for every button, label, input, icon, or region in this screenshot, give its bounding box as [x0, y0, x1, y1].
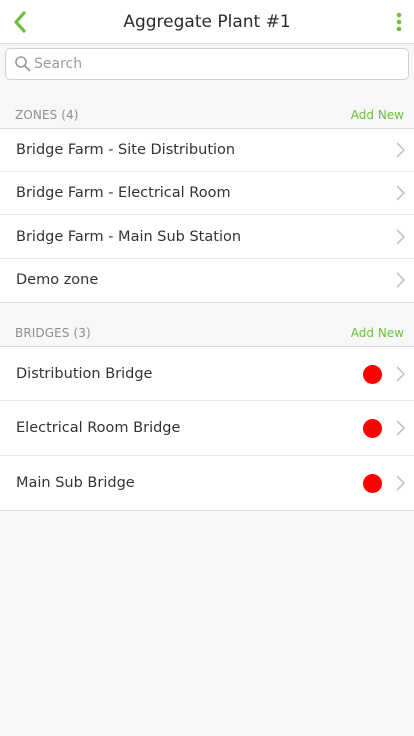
bridge-row[interactable]: Distribution Bridge	[0, 347, 414, 401]
zone-label: Bridge Farm - Electrical Room	[16, 185, 231, 201]
bridges-section-title: BRIDGES (3)	[15, 326, 91, 340]
status-indicator	[363, 419, 382, 438]
bridge-label: Distribution Bridge	[16, 366, 153, 382]
more-menu-button[interactable]	[384, 6, 414, 38]
chevron-right-icon	[396, 272, 405, 288]
back-button[interactable]	[4, 6, 36, 38]
app-header: Aggregate Plant #1	[0, 0, 414, 44]
bridge-label: Electrical Room Bridge	[16, 420, 181, 436]
bridges-list: Distribution Bridge Electrical Room Brid…	[0, 346, 414, 511]
zone-label: Bridge Farm - Site Distribution	[16, 142, 236, 158]
zone-row[interactable]: Bridge Farm - Electrical Room	[0, 172, 414, 215]
zone-label: Demo zone	[16, 272, 99, 288]
chevron-right-icon	[396, 420, 405, 436]
zone-row[interactable]: Bridge Farm - Site Distribution	[0, 129, 414, 172]
chevron-right-icon	[396, 366, 405, 382]
search-input[interactable]	[34, 49, 404, 79]
page-title: Aggregate Plant #1	[123, 12, 291, 32]
bridges-section-header: BRIDGES (3) Add New	[0, 326, 414, 348]
chevron-left-icon	[14, 11, 26, 33]
kebab-menu-icon	[396, 12, 402, 32]
bridge-row[interactable]: Electrical Room Bridge	[0, 401, 414, 456]
chevron-right-icon	[396, 142, 405, 158]
zones-section-header: ZONES (4) Add New	[0, 108, 414, 130]
zone-row[interactable]: Bridge Farm - Main Sub Station	[0, 215, 414, 259]
zones-section-title: ZONES (4)	[15, 108, 79, 122]
chevron-right-icon	[396, 475, 405, 491]
status-indicator	[363, 365, 382, 384]
zone-row[interactable]: Demo zone	[0, 259, 414, 302]
zones-list: Bridge Farm - Site Distribution Bridge F…	[0, 128, 414, 303]
search-bar[interactable]	[5, 48, 409, 80]
chevron-right-icon	[396, 229, 405, 245]
add-zone-button[interactable]: Add New	[351, 108, 404, 122]
search-icon	[15, 56, 31, 72]
add-bridge-button[interactable]: Add New	[351, 326, 404, 340]
zone-label: Bridge Farm - Main Sub Station	[16, 229, 242, 245]
bridge-row[interactable]: Main Sub Bridge	[0, 456, 414, 510]
status-indicator	[363, 474, 382, 493]
chevron-right-icon	[396, 185, 405, 201]
bridge-label: Main Sub Bridge	[16, 475, 135, 491]
